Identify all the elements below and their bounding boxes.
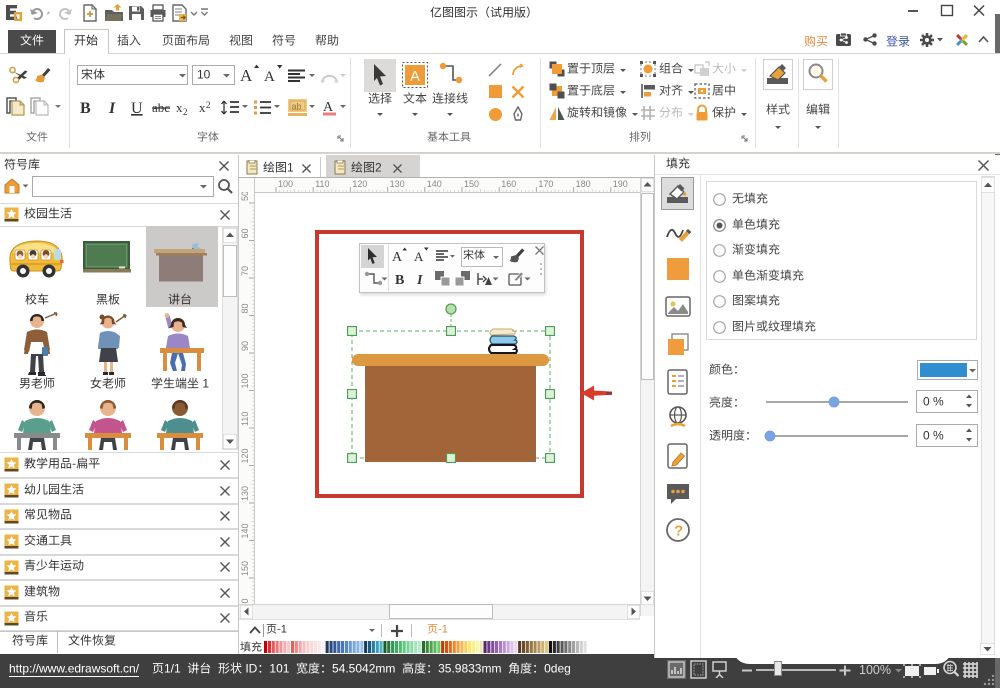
svg-text:0 %: 0 % (923, 395, 944, 409)
svg-text:1: 1 (442, 624, 448, 636)
svg-text:160: 160 (501, 179, 516, 189)
svg-text:100%: 100% (859, 663, 891, 677)
svg-text:80: 80 (240, 303, 250, 313)
svg-text:ID: ID (242, 662, 258, 676)
svg-text:?: ? (674, 523, 683, 540)
svg-text:110: 110 (240, 412, 250, 426)
svg-text:2: 2 (206, 100, 211, 110)
svg-text:A: A (240, 66, 253, 85)
svg-text:abc: abc (152, 100, 170, 115)
svg-text:120: 120 (240, 448, 250, 463)
svg-text:190: 190 (613, 179, 628, 189)
svg-text:120: 120 (352, 179, 367, 189)
svg-text:130: 130 (390, 179, 405, 189)
svg-text:2: 2 (375, 161, 382, 175)
svg-text:90: 90 (240, 341, 250, 351)
svg-text:100: 100 (240, 373, 250, 388)
svg-text:170: 170 (538, 179, 553, 189)
svg-text:ab: ab (292, 102, 302, 112)
svg-text:I: I (108, 100, 116, 117)
svg-text:x: x (176, 100, 183, 115)
svg-text:A: A (410, 68, 420, 85)
svg-text:1: 1 (281, 624, 287, 636)
svg-text:A: A (414, 249, 424, 264)
svg-text:150: 150 (240, 561, 250, 576)
svg-text:50: 50 (240, 192, 250, 201)
svg-text:0 %: 0 % (923, 429, 944, 443)
svg-text:110: 110 (315, 179, 329, 189)
svg-text:1/1: 1/1 (164, 662, 187, 676)
svg-text:A: A (392, 250, 403, 265)
svg-text:140: 140 (240, 523, 250, 538)
svg-text:http://www.edrawsoft.cn/: http://www.edrawsoft.cn/ (9, 662, 140, 676)
svg-text:B: B (395, 273, 404, 288)
svg-text:A: A (264, 69, 275, 85)
svg-text:60: 60 (240, 228, 250, 238)
svg-text:1: 1 (199, 377, 209, 391)
svg-text:0deg: 0deg (544, 662, 571, 676)
svg-text:I: I (416, 273, 423, 288)
svg-text:130: 130 (240, 486, 250, 501)
svg-text:B: B (80, 100, 91, 117)
svg-text:54.5042mm: 54.5042mm (332, 662, 402, 676)
svg-text:35.9833mm: 35.9833mm (438, 662, 508, 676)
svg-text:2: 2 (183, 107, 188, 117)
svg-text:U: U (131, 100, 143, 117)
svg-text:150: 150 (464, 179, 479, 189)
svg-text:70: 70 (240, 266, 250, 276)
svg-text:180: 180 (576, 179, 591, 189)
svg-text:1: 1 (287, 161, 294, 175)
svg-text:140: 140 (427, 179, 442, 189)
svg-text:10: 10 (197, 68, 211, 82)
svg-text:100: 100 (278, 179, 293, 189)
svg-text:x: x (199, 100, 206, 115)
svg-text:101: 101 (269, 662, 296, 676)
